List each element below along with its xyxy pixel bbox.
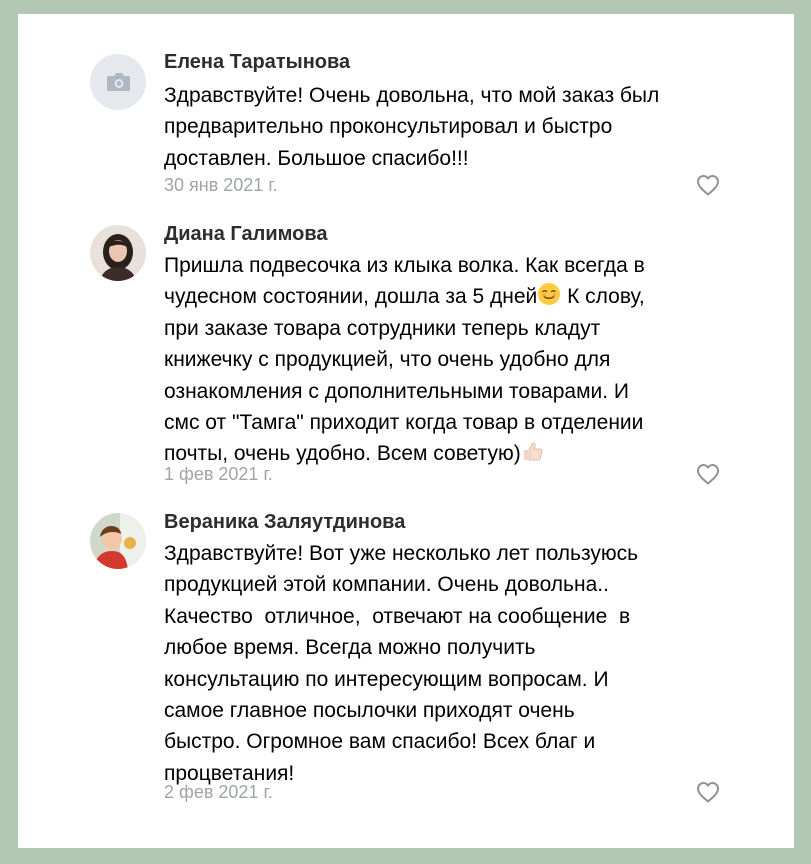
comment-text: Здравствуйте! Вот уже несколько лет поль…	[164, 538, 764, 789]
comment-line: Качество отличное, отвечают на сообщение…	[164, 604, 631, 628]
comment-line: продукцией этой компании. Очень довольна…	[164, 573, 609, 597]
heart-outline-icon	[697, 782, 719, 803]
comment-line-part: чудесном состоянии, дошла за 5 дней	[164, 285, 538, 309]
avatar-placeholder[interactable]	[90, 54, 146, 110]
comment-line: чудесном состоянии, дошла за 5 дней К сл…	[164, 281, 764, 312]
comment-line: книжечку с продукцией, что очень удобно …	[164, 348, 611, 372]
comment-text: Здравствуйте! Очень довольна, что мой за…	[164, 80, 764, 174]
like-button[interactable]	[695, 173, 721, 197]
camera-icon	[90, 54, 146, 110]
user-photo-icon	[90, 513, 146, 569]
comment-author[interactable]: Вераника Заляутдинова	[164, 511, 405, 534]
comment-line: ознакомления с дополнительными товарами.…	[164, 379, 629, 403]
comment-line-part: почты, очень удобно. Всем советую)	[164, 442, 521, 466]
comment-line: быстро. Огромное вам спасибо! Всех благ …	[164, 730, 596, 754]
comment-line: самое главное посылочки приходят очень	[164, 699, 575, 723]
like-button[interactable]	[695, 462, 721, 486]
like-button[interactable]	[695, 780, 721, 804]
comment-line: Здравствуйте! Очень довольна, что мой за…	[164, 84, 660, 107]
comment-author[interactable]: Елена Таратынова	[164, 51, 350, 74]
heart-outline-icon	[697, 464, 719, 485]
comment-date[interactable]: 1 фев 2021 г.	[164, 464, 273, 485]
comment-text: Пришла подвесочка из клыка волка. Как вс…	[164, 250, 764, 470]
avatar[interactable]	[90, 513, 146, 569]
comment-line-part: К слову,	[561, 285, 645, 309]
comment-line: Пришла подвесочка из клыка волка. Как вс…	[164, 254, 645, 277]
comment-line: при заказе товара сотрудники теперь клад…	[164, 316, 601, 340]
comment-line: Здравствуйте! Вот уже несколько лет поль…	[164, 542, 639, 565]
avatar[interactable]	[90, 225, 146, 281]
user-photo-icon	[90, 225, 146, 281]
comments-card: Елена Таратынова Здравствуйте! Очень дов…	[18, 14, 794, 848]
smiling-face-emoji-icon	[538, 283, 561, 306]
comment-line: предварительно проконсультировал и быстр…	[164, 115, 613, 139]
heart-outline-icon	[697, 175, 719, 196]
thumbs-up-emoji-icon	[523, 443, 542, 461]
comment-date[interactable]: 30 янв 2021 г.	[164, 175, 278, 196]
comment-line: смс от "Тамга" приходит когда товар в от…	[164, 411, 644, 435]
comment-line: консультацию по интересующим вопросам. И	[164, 667, 609, 691]
comment-line: доставлен. Большое спасибо!!!	[164, 146, 469, 170]
comment-author[interactable]: Диана Галимова	[164, 223, 328, 246]
comment-line: любое время. Всегда можно получить	[164, 636, 536, 660]
comment-date[interactable]: 2 фев 2021 г.	[164, 782, 273, 803]
